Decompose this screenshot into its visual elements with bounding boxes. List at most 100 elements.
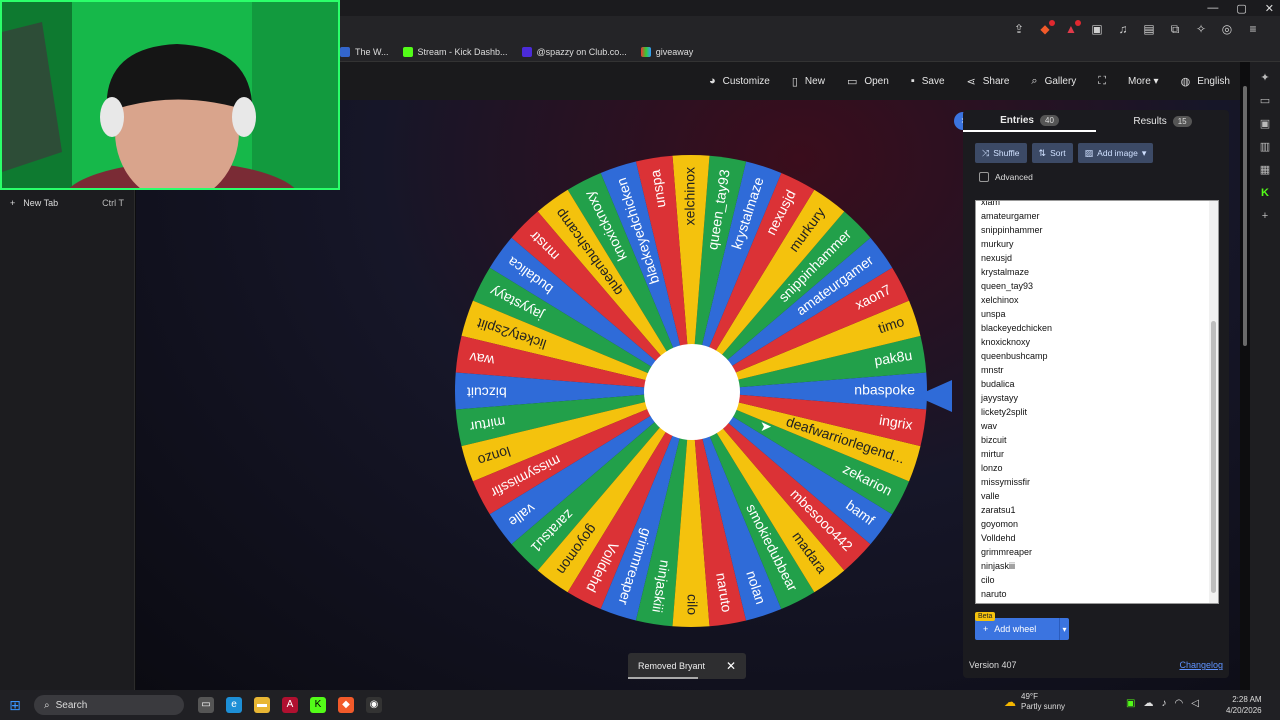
entry-line: cilo xyxy=(981,575,995,585)
page-scroll-thumb[interactable] xyxy=(1243,86,1247,346)
share-page-icon[interactable]: ⇪ xyxy=(1012,22,1026,36)
taskbar-search[interactable]: ⌕ Search xyxy=(34,695,184,715)
entry-line: blackeyedchicken xyxy=(981,323,1053,333)
tab-results[interactable]: Results 15 xyxy=(1096,110,1229,132)
entry-line: queen_tay93 xyxy=(981,281,1034,291)
nav-item-file[interactable]: ▯ New xyxy=(792,75,825,88)
entries-scroll-thumb[interactable] xyxy=(1211,321,1216,593)
shuffle-button[interactable]: ⤨ Shuffle xyxy=(975,143,1027,163)
taskbar-clock[interactable]: 2:28 AM 4/20/2026 xyxy=(1226,694,1262,716)
app-a-icon[interactable]: A xyxy=(282,697,298,713)
plus-icon: + xyxy=(983,624,989,634)
add-image-button[interactable]: ▨ Add image ▾ xyxy=(1077,143,1154,163)
new-tab-button[interactable]: + New Tab Ctrl T xyxy=(0,190,134,216)
close-window-button[interactable]: ✕ xyxy=(1265,2,1274,15)
nav-item-fullscreen[interactable]: ⛶ xyxy=(1098,75,1106,88)
file-icon: ▯ xyxy=(791,75,798,88)
vpn-icon[interactable]: ◎ xyxy=(1220,22,1234,36)
wheel-pointer-icon xyxy=(916,380,952,412)
kick-icon[interactable]: K xyxy=(1259,187,1271,199)
maximize-button[interactable]: ▢ xyxy=(1236,2,1246,15)
entries-count-badge: 40 xyxy=(1040,114,1059,126)
windows-start-icon[interactable]: ⊞ xyxy=(0,697,30,714)
volume-icon[interactable]: ◁ xyxy=(1191,698,1199,709)
nav-item-folder[interactable]: ▭ Open xyxy=(847,75,889,88)
reading-list-icon[interactable]: ▭ xyxy=(1259,95,1271,107)
webcam-image xyxy=(2,2,338,188)
wallet-icon[interactable]: ▣ xyxy=(1259,118,1271,130)
nav-item-globe[interactable]: ◍ English xyxy=(1181,75,1230,88)
bookmark-item[interactable]: Stream - Kick Dashb... xyxy=(402,46,508,57)
entry-line: zaratsu1 xyxy=(981,505,1016,515)
extensions-icon[interactable]: ✧ xyxy=(1194,22,1208,36)
cloud-icon[interactable]: ☁ xyxy=(1143,698,1153,709)
brave-rewards-icon[interactable]: ▲ xyxy=(1064,20,1081,36)
screen: — ▢ ✕ ⇪ ◆ ▲ ▣ ♫ ▤ ⧉ ✧ ◎ ≡ The W... Strea… xyxy=(0,0,1280,720)
changelog-link[interactable]: Changelog xyxy=(1179,660,1223,670)
sidebar-toggle-icon[interactable]: ▤ xyxy=(1142,22,1156,36)
entry-line: xiam xyxy=(981,200,1001,207)
toast-notification: Removed Bryant ✕ xyxy=(628,653,746,679)
page-scrollbar[interactable] xyxy=(1242,66,1248,686)
tab-entries[interactable]: Entries 40 xyxy=(963,110,1096,132)
nav-item-palette[interactable]: ◕ Customize xyxy=(709,75,770,87)
bookmarks-icon[interactable]: ▥ xyxy=(1259,141,1271,153)
wifi-icon[interactable]: ◠ xyxy=(1174,698,1183,709)
entry-line: murkury xyxy=(981,239,1014,249)
system-tray: ▣ ☁ ♪ ◠ ◁ xyxy=(1126,698,1199,709)
sort-button[interactable]: ⇅ Sort xyxy=(1031,143,1073,163)
add-wheel-dropdown-button[interactable]: ▾ xyxy=(1059,618,1069,640)
add-wheel-button[interactable]: + Add wheel xyxy=(975,618,1059,640)
weather-widget[interactable]: ☁ 49°F Partly sunny xyxy=(1004,692,1065,712)
bookmark-item[interactable]: giveaway xyxy=(640,46,693,57)
mouse-cursor-icon: ➤ xyxy=(760,418,772,434)
panel-tabs: Entries 40 Results 15 xyxy=(963,110,1229,132)
microphone-icon[interactable]: ♪ xyxy=(1161,698,1166,709)
entry-line: snippinhammer xyxy=(981,225,1043,235)
obs-icon[interactable]: ◉ xyxy=(366,697,382,713)
tray-app-icon[interactable]: ▣ xyxy=(1126,698,1135,709)
bookmark-item[interactable]: The W... xyxy=(340,46,389,57)
entry-line: naruto xyxy=(981,589,1007,599)
minimize-button[interactable]: — xyxy=(1207,2,1218,14)
nav-item-more[interactable]: More ▾ xyxy=(1128,76,1159,87)
wheel-segment-label: xelchinox xyxy=(682,167,698,225)
menu-icon[interactable]: ≡ xyxy=(1246,22,1260,36)
kick-icon xyxy=(402,46,413,57)
entry-line: knoxicknoxy xyxy=(981,337,1031,347)
add-panel-icon[interactable]: + xyxy=(1259,210,1271,222)
media-icon[interactable]: ♫ xyxy=(1116,22,1130,36)
brave-shields-icon[interactable]: ◆ xyxy=(1038,20,1055,36)
giveaway-icon xyxy=(640,46,651,57)
nav-item-share[interactable]: ⋖ Share xyxy=(967,75,1010,88)
bookmark-item[interactable]: @spazzy on Club.co... xyxy=(521,46,627,57)
panel-footer: Version 407 Changelog xyxy=(969,660,1223,670)
edge-icon[interactable]: e xyxy=(226,697,242,713)
bookmark-favicon-icon xyxy=(340,46,350,57)
kick-icon[interactable]: K xyxy=(310,697,326,713)
entries-scrollbar[interactable] xyxy=(1209,201,1218,603)
advanced-checkbox[interactable] xyxy=(979,172,989,182)
nav-item-save[interactable]: ▪ Save xyxy=(911,75,945,87)
entries-textarea[interactable]: xiam amateurgamer snippinhammer murkury nexu… xyxy=(975,200,1219,604)
wallet-icon[interactable]: ▣ xyxy=(1090,22,1104,36)
sort-icon: ⇅ xyxy=(1038,147,1047,158)
entry-line: Volldehd xyxy=(981,533,1016,543)
file-explorer-icon[interactable]: ▬ xyxy=(254,697,270,713)
entry-line: valle xyxy=(981,491,1000,501)
wheel-center[interactable] xyxy=(644,344,740,440)
task-view-icon[interactable]: ▭ xyxy=(198,697,214,713)
entry-line: bizcuit xyxy=(981,435,1007,445)
nav-item-search[interactable]: ⌕ Gallery xyxy=(1031,75,1076,88)
entry-line: budalica xyxy=(981,379,1015,389)
history-icon[interactable]: ▦ xyxy=(1259,164,1271,176)
toast-close-button[interactable]: ✕ xyxy=(726,659,736,673)
advanced-toggle[interactable]: Advanced xyxy=(979,172,1033,182)
entry-line: jayystayy xyxy=(981,393,1019,403)
tab-search-icon[interactable]: ⧉ xyxy=(1168,22,1182,36)
entry-line: ninjaskiii xyxy=(981,561,1016,571)
browser-sidebar: ✦ ▭ ▣ ▥ ▦ K + xyxy=(1250,62,1280,690)
leo-ai-icon[interactable]: ✦ xyxy=(1259,72,1271,84)
brave-icon[interactable]: ◆ xyxy=(338,697,354,713)
globe-icon: ◍ xyxy=(1180,75,1191,88)
